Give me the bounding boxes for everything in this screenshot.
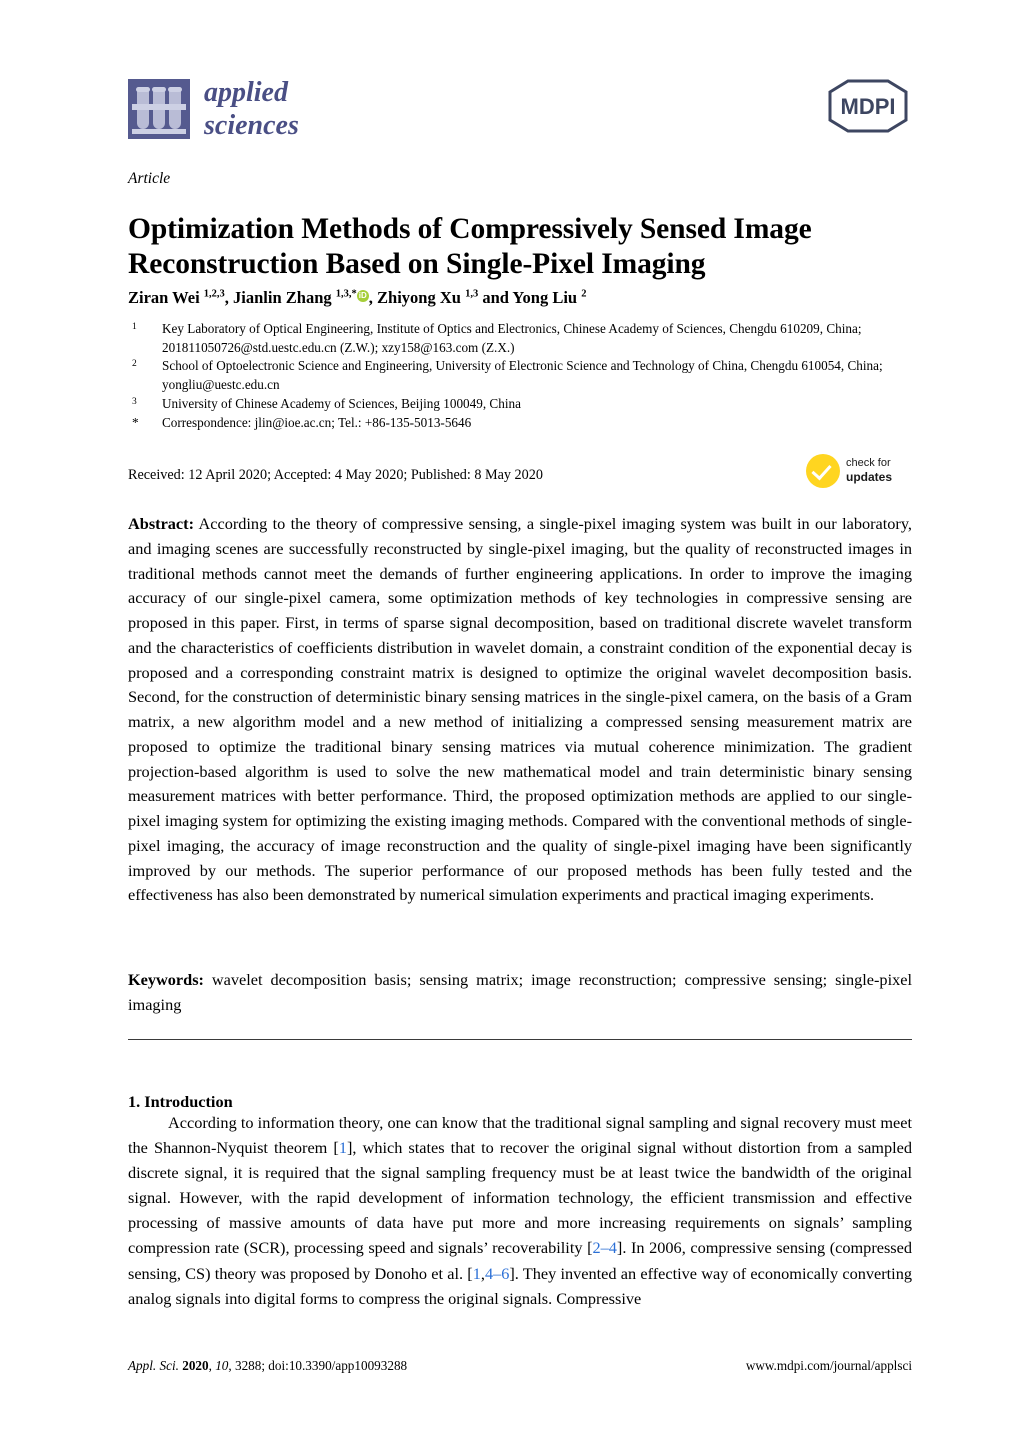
citation-line: Appl. Sci. 2020, 10, 3288; doi:10.3390/a… [128,1358,408,1373]
masthead: applied sciences MDPI [128,70,912,150]
svg-text:MDPI: MDPI [841,94,896,119]
affiliation-list: 1 Key Laboratory of Optical Engineering,… [128,320,912,432]
keywords-text: wavelet decomposition basis; sensing mat… [128,970,912,1014]
article-type-label: Article [128,170,171,187]
check-badge-line1: check for [846,456,891,469]
journal-name-line1: applied [204,77,288,108]
check-for-updates-badge[interactable]: check for updates [806,450,910,492]
mdpi-logo: MDPI [824,78,912,134]
section-divider [128,1039,912,1040]
page-title: Optimization Methods of Compressively Se… [128,212,812,281]
keywords-block: Keywords: wavelet decomposition basis; s… [128,968,912,1018]
author-list: Ziran Wei 1,2,3, Jianlin Zhang 1,3,* iD, … [128,288,587,307]
section-heading-introduction: 1. Introduction [128,1091,233,1111]
affiliation-item: 3 University of Chinese Academy of Scien… [128,395,912,414]
keywords-label: Keywords: [128,970,204,989]
journal-name-line2: sciences [204,110,299,142]
affiliation-marker: 3 [132,396,137,407]
introduction-body: According to information theory, one can… [128,1113,913,1308]
test-tube-rack-icon [128,79,190,140]
affiliation-item: * Correspondence: jlin@ioe.ac.cn; Tel.: … [128,414,912,433]
journal-url[interactable]: www.mdpi.com/journal/applsci [746,1358,912,1374]
affiliation-marker: 2 [132,359,137,370]
abstract-text: According to the theory of compressive s… [128,514,913,905]
paper-page: applied sciences MDPI Article Optimizati… [0,0,1020,1442]
affiliation-text: Key Laboratory of Optical Engineering, I… [162,321,862,355]
correspondence-text: Correspondence: jlin@ioe.ac.cn; Tel.: +8… [162,414,472,430]
check-badge-line2: updates [846,470,893,485]
affiliation-text: University of Chinese Academy of Science… [162,395,521,411]
check-for-updates-label: check for updates [846,457,892,485]
publication-dates: Received: 12 April 2020; Accepted: 4 May… [128,467,543,483]
affiliation-item: 1 Key Laboratory of Optical Engineering,… [128,320,912,357]
checkmark-icon [806,454,840,488]
abstract-block: Abstract: According to the theory of com… [128,512,912,908]
page-footer: Appl. Sci. 2020, 10, 3288; doi:10.3390/a… [128,1358,912,1374]
correspondence-marker: * [132,414,139,430]
affiliation-text: School of Optoelectronic Science and Eng… [162,358,883,393]
abstract-label: Abstract: [128,514,195,533]
affiliation-item: 2 School of Optoelectronic Science and E… [128,357,912,394]
journal-name: applied sciences [204,76,299,142]
orcid-icon[interactable]: iD [356,289,369,302]
journal-logo: applied sciences [128,76,299,142]
affiliation-marker: 1 [132,322,137,332]
